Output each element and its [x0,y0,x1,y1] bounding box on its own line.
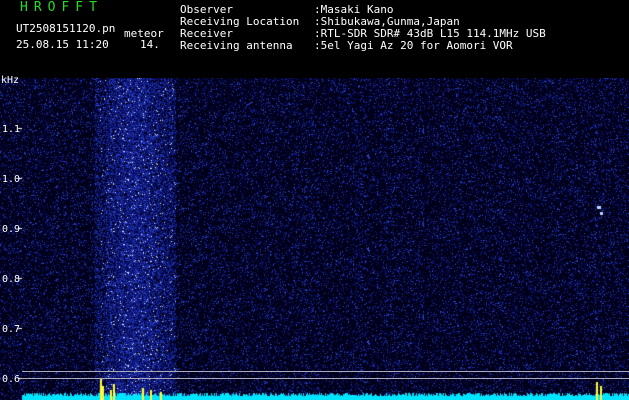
spectrogram-panel [0,78,629,400]
y-tick: 0.7 [2,324,21,335]
meta-label-antenna: Receiving antenna [180,39,293,52]
file-name: UT2508151120.pn [16,22,116,35]
meta-labels: Observer Receiving Location Receiver Rec… [180,4,299,52]
meta-values: :Masaki Kano :Shibukawa,Gunma,Japan :RTL… [314,4,546,52]
date-time: 25.08.15 11:20 [16,38,109,51]
spectrogram-canvas [0,78,629,400]
y-tick: 0.8 [2,274,21,285]
header-bar: HROFFT UT2508151120.pn meteor 25.08.15 1… [0,0,629,78]
y-tick: 1.0 [2,174,21,185]
y-tick: 1.1 [2,124,21,135]
marker-line [22,371,629,372]
extra-value: 14. [140,38,160,51]
unit-label: kHz [1,75,20,86]
marker-line [22,378,629,379]
y-tick: 0.6 [2,374,21,385]
app-title: HROFFT [20,0,103,15]
meta-value-antenna: :5el Yagi Az 20 for Aomori VOR [314,39,513,52]
y-tick: 0.9 [2,224,21,235]
